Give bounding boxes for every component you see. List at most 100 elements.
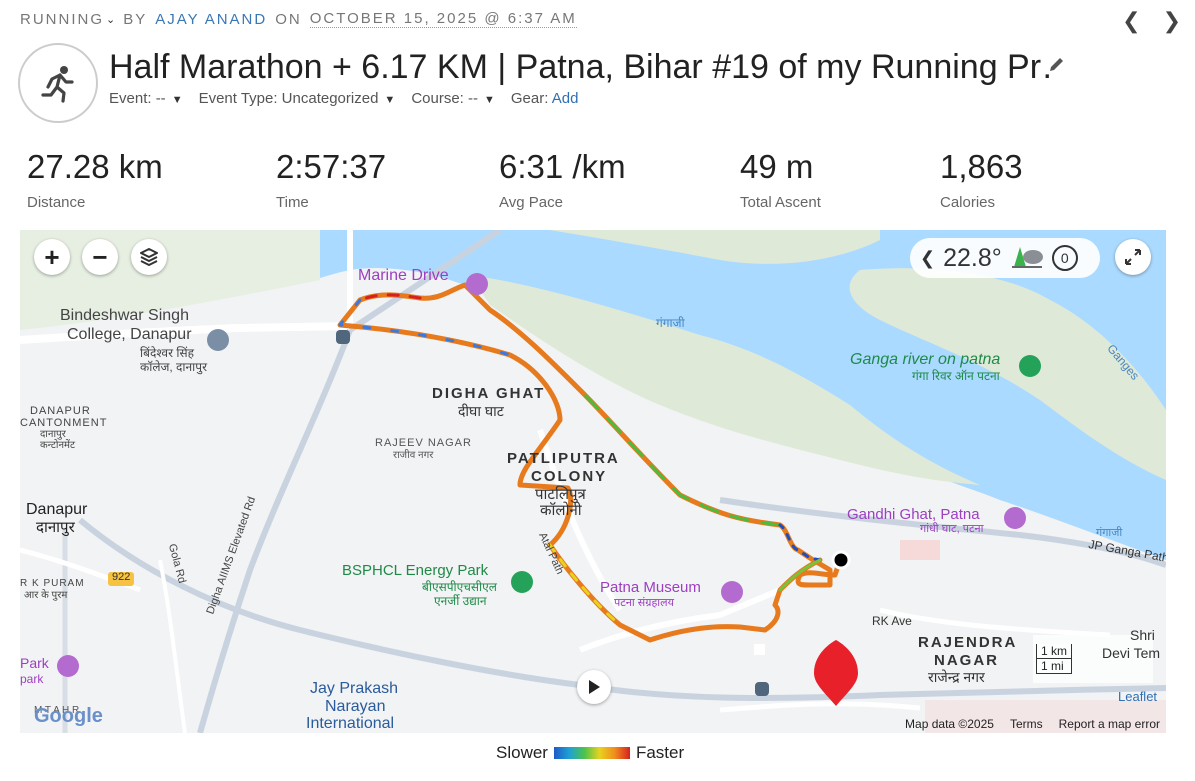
map-label-marine-drive: Marine Drive xyxy=(358,267,449,284)
stat-label: Distance xyxy=(27,194,86,211)
caret-down-icon: ▼ xyxy=(484,94,495,106)
map-label-rk-puram: R K PURAM xyxy=(20,578,85,589)
clock-icon[interactable]: 0 xyxy=(1051,245,1078,271)
map-label-gandhi-ghat-hi: गांधी घाट, पटना xyxy=(920,523,984,535)
previous-activity-icon[interactable]: ❮ xyxy=(1122,8,1140,34)
map-label-patliputra: PATLIPUTRA xyxy=(507,450,620,467)
route-map[interactable]: Marine Drive Bindeshwar Singh College, D… xyxy=(20,230,1166,733)
transit-icon xyxy=(336,330,350,344)
stat-label: Avg Pace xyxy=(499,194,563,211)
map-label-bindeshwar: Bindeshwar Singh xyxy=(60,307,189,324)
map-label-rk-ave: RK Ave xyxy=(872,614,912,628)
weather-count: 0 xyxy=(1060,250,1069,266)
scale-mi: 1 mi xyxy=(1036,659,1073,674)
map-label-patliputra: COLONY xyxy=(531,468,608,485)
fullscreen-button[interactable] xyxy=(1115,239,1151,275)
pace-gradient-bar xyxy=(553,747,630,759)
college-poi-icon[interactable] xyxy=(207,329,229,351)
map-label-danapur: Danapur xyxy=(26,501,88,518)
activity-nav: ❮ ❯ xyxy=(1122,8,1181,34)
activity-breadcrumb: RUNNING ⌄ BY AJAY ANAND ON OCTOBER 15, 2… xyxy=(20,10,577,28)
by-label: BY xyxy=(123,10,148,28)
map-label-bsphcl-hi: एनर्जी उद्यान xyxy=(434,594,487,608)
on-label: ON xyxy=(275,10,302,28)
map-label-park-hi: park xyxy=(20,672,44,686)
map-label-ganga-patna: Ganga river on patna xyxy=(850,351,1001,368)
activity-meta: Event: -- ▼ Event Type: Uncategorized ▼ Co… xyxy=(109,90,578,107)
map-label-digha-ghat-hi: दीघा घाट xyxy=(458,403,504,419)
google-logo: Google xyxy=(34,705,103,727)
map-attribution: Map data ©2025 Terms Report a map error xyxy=(905,717,1160,731)
stat-value: 1,863 xyxy=(940,148,1023,185)
map-label-patna-museum-hi: पटना संग्रहालय xyxy=(614,597,674,609)
map-data-text: Map data ©2025 xyxy=(905,717,994,731)
event-select[interactable]: Event: -- ▼ xyxy=(109,90,183,107)
caret-down-icon: ▼ xyxy=(384,94,396,106)
map-label-rajendra-hi: राजेन्द्र नगर xyxy=(928,669,985,685)
report-error-link[interactable]: Report a map error xyxy=(1059,717,1160,731)
layers-button[interactable] xyxy=(131,239,167,275)
map-label-ganga-hi: गंगाजी xyxy=(656,316,685,330)
play-button[interactable] xyxy=(577,670,611,704)
map-label-bindeshwar-hi: बिंदेश्वर सिंह xyxy=(140,346,194,360)
park-poi-icon[interactable] xyxy=(1019,355,1041,377)
map-label-devi-tem: Devi Tem xyxy=(1102,645,1161,661)
chevron-left-icon[interactable]: ❮ xyxy=(920,248,935,269)
chevron-down-icon[interactable]: ⌄ xyxy=(106,13,117,26)
map-label-danapur-cant-hi: दानापुर xyxy=(40,429,66,440)
map-label-rk-puram-hi: आर के पुरम xyxy=(24,590,68,601)
park-left-poi-icon[interactable] xyxy=(57,655,79,677)
edit-pencil-icon[interactable] xyxy=(1048,55,1066,78)
stat-total-ascent: 49 m Total Ascent xyxy=(740,148,821,211)
legend-faster: Faster xyxy=(635,743,685,762)
marine-drive-poi-icon[interactable] xyxy=(466,273,488,295)
activity-type-dropdown[interactable]: RUNNING xyxy=(20,11,104,28)
scale-km: 1 km xyxy=(1036,644,1073,659)
weather-widget[interactable]: ❮ 22.8° 0 xyxy=(910,238,1100,278)
map-label-park: Park xyxy=(20,655,49,671)
zoom-in-button[interactable]: + xyxy=(34,239,70,275)
event-type-select[interactable]: Event Type: Uncategorized ▼ xyxy=(199,90,396,107)
stat-value: 49 m xyxy=(740,148,814,185)
author-link[interactable]: AJAY ANAND xyxy=(155,11,267,28)
map-label-danapur-hi: दानापुर xyxy=(36,519,75,536)
map-label-patna-museum: Patna Museum xyxy=(600,579,701,596)
map-label-ganga-patna-hi: गंगा रिवर ऑन पटना xyxy=(912,369,1000,383)
map-label-bsphcl: BSPHCL Energy Park xyxy=(342,562,489,579)
map-label-danapur-cant: DANAPUR xyxy=(30,405,91,417)
weather-temp: 22.8° xyxy=(943,243,1002,272)
map-label-danapur-cant: CANTONMENT xyxy=(20,417,108,429)
expand-icon xyxy=(1125,249,1141,265)
leaflet-link[interactable]: Leaflet xyxy=(1118,690,1157,704)
pace-legend: Slower Faster xyxy=(496,743,684,763)
zoom-out-button[interactable]: − xyxy=(82,239,118,275)
gear-field: Gear: Add xyxy=(510,90,579,107)
route-start-marker[interactable] xyxy=(831,550,851,570)
map-label-gandhi-ghat: Gandhi Ghat, Patna xyxy=(847,506,980,523)
stat-value: 2:57:37 xyxy=(276,148,387,185)
museum-poi-icon[interactable] xyxy=(721,581,743,603)
stat-value: 27.28 km xyxy=(27,148,163,185)
next-activity-icon[interactable]: ❯ xyxy=(1163,8,1181,34)
energy-park-poi-icon[interactable] xyxy=(511,571,533,593)
course-select[interactable]: Course: -- ▼ xyxy=(411,90,495,107)
gandhi-ghat-poi-icon[interactable] xyxy=(1004,507,1026,529)
terms-link[interactable]: Terms xyxy=(1010,717,1043,731)
map-label-jp: Jay Prakash xyxy=(310,680,399,697)
legend-slower: Slower xyxy=(496,743,548,762)
map-label-jp: Narayan xyxy=(325,698,386,715)
layers-icon xyxy=(140,248,158,266)
map-label-shri: Shri xyxy=(1130,627,1155,643)
transit-icon xyxy=(755,682,769,696)
map-label-digha-ghat: DIGHA GHAT xyxy=(432,385,546,402)
stat-calories: 1,863 Calories xyxy=(940,148,1023,211)
stat-label: Calories xyxy=(940,194,996,211)
map-label-bsphcl-hi: बीएसपीएचसीएल xyxy=(422,580,497,594)
running-icon xyxy=(18,43,98,123)
caret-down-icon: ▼ xyxy=(171,94,183,106)
activity-date[interactable]: OCTOBER 15, 2025 @ 6:37 AM xyxy=(309,10,577,28)
gear-add-link[interactable]: Add xyxy=(552,90,579,107)
stat-distance: 27.28 km Distance xyxy=(27,148,163,211)
stat-avg-pace: 6:31 /km Avg Pace xyxy=(499,148,626,211)
map-label-rajeev-nagar: RAJEEV NAGAR xyxy=(375,437,472,449)
